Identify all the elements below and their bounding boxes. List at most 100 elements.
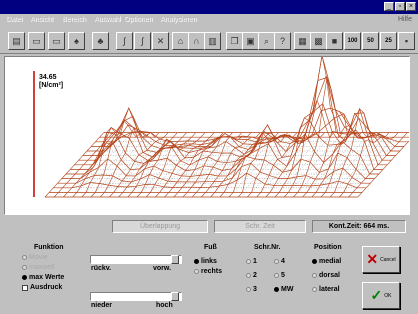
curve-icon[interactable]: ∩ — [188, 32, 205, 50]
display-mode-icon[interactable]: ▦ — [294, 32, 311, 50]
zoom-50-button[interactable]: 50 — [362, 32, 379, 50]
time-slider-left-label: rückv. — [91, 265, 112, 272]
grid-icon[interactable]: ▩ — [310, 32, 327, 50]
option-label: medial — [319, 258, 342, 265]
function-group: Funktion Movie maxwell max Werte Ausdruc… — [0, 236, 88, 314]
step-option-mw[interactable]: MW — [274, 286, 293, 293]
scale-unit: [N/cm²] — [39, 82, 64, 89]
threshold-slider[interactable] — [90, 292, 182, 301]
function-title: Funktion — [34, 244, 64, 251]
save-folder-icon[interactable]: ▭ — [48, 32, 65, 50]
menu-item-analysieren[interactable]: Analysieren — [160, 16, 197, 23]
menu-item-ansicht[interactable]: Ansicht — [30, 16, 53, 23]
radio-icon — [274, 259, 279, 264]
position-option-dorsal[interactable]: dorsal — [312, 272, 340, 279]
cancel-x-icon: ✕ — [366, 251, 379, 267]
checkmark-icon: ✓ — [370, 287, 383, 303]
radio-icon — [274, 273, 279, 278]
foot-option-links[interactable]: links — [194, 258, 217, 265]
cancel-button[interactable]: ✕ Cancel — [362, 246, 400, 273]
foot-compare-icon[interactable]: ✕ — [152, 32, 169, 50]
foot-option-rechts[interactable]: rechts — [194, 268, 222, 275]
print-checkbox[interactable]: Ausdruck — [22, 284, 62, 291]
radio-icon — [246, 259, 251, 264]
menu-item-bereich[interactable]: Bereich — [62, 16, 86, 23]
scale-max-label: 34.65 [N/cm²] — [39, 74, 63, 90]
step-option-1[interactable]: 1 — [246, 258, 257, 265]
step-option-2[interactable]: 2 — [246, 272, 257, 279]
copy-icon[interactable]: ❐ — [226, 32, 243, 50]
time-slider-right-label: vorw. — [153, 265, 172, 272]
status-row: Überlappung Schr. Zeit Kont.Zeit: 664 ms… — [0, 218, 418, 234]
time-slider[interactable] — [90, 255, 182, 264]
close-button[interactable]: × — [406, 2, 416, 11]
step-time-button[interactable]: Schr. Zeit — [214, 220, 306, 233]
slider-thumb[interactable] — [171, 292, 179, 301]
foot-pressure-icon[interactable]: ♣ — [92, 32, 109, 50]
radio-icon — [312, 287, 317, 292]
table-icon[interactable]: ▥ — [204, 32, 221, 50]
toolbar: ▤ ▭ ▭ ♠ ♣ ∫ ∫ ✕ ⌂ ∩ ▥ ❐ ▣ ⌕ ? ▦ ▩ ■ 100 … — [0, 28, 418, 54]
surface-line — [283, 57, 344, 198]
surface-line — [53, 132, 114, 198]
radio-icon — [312, 259, 317, 264]
step-option-4[interactable]: 4 — [274, 258, 285, 265]
foot-icon[interactable]: ♠ — [68, 32, 85, 50]
position-option-medial[interactable]: medial — [312, 258, 341, 265]
ok-label: OK — [384, 292, 392, 299]
pressure-surface — [33, 57, 409, 198]
menu-item-auswahl[interactable]: Auswahl — [94, 16, 120, 23]
print-icon[interactable]: ▤ — [8, 32, 25, 50]
filled-icon[interactable]: ■ — [326, 32, 343, 50]
zoom-100-button[interactable]: 100 — [344, 32, 361, 50]
threshold-slider-left-label: nieder — [91, 302, 113, 309]
function-option-movie[interactable]: Movie — [22, 254, 48, 261]
maximize-button[interactable]: ▫ — [395, 2, 405, 11]
function-option-max-werte[interactable]: max Werte — [22, 274, 64, 281]
step-option-3[interactable]: 3 — [246, 286, 257, 293]
surface-line — [329, 108, 390, 198]
title-bar: _ ▫ × — [0, 0, 418, 14]
radio-icon — [22, 275, 27, 280]
option-label: 5 — [281, 272, 285, 279]
open-folder-icon[interactable]: ▭ — [28, 32, 45, 50]
menu-item-hilfe[interactable]: Hilfe — [398, 16, 412, 23]
left-foot-icon[interactable]: ∫ — [116, 32, 133, 50]
settings-icon[interactable]: ▪ — [398, 32, 415, 50]
radio-icon — [246, 287, 251, 292]
minimize-button[interactable]: _ — [384, 2, 394, 11]
option-label: Ausdruck — [30, 284, 63, 291]
control-panel: Funktion Movie maxwell max Werte Ausdruc… — [0, 236, 418, 314]
slider-thumb[interactable] — [171, 255, 179, 264]
zoom-icon[interactable]: ⌕ — [258, 32, 275, 50]
threshold-slider-right-label: hoch — [156, 302, 173, 309]
option-label: lateral — [319, 286, 340, 293]
graph-icon[interactable]: ⌂ — [172, 32, 189, 50]
foot-title: Fuß — [204, 244, 217, 251]
surface-line — [237, 124, 298, 198]
help-icon[interactable]: ? — [274, 32, 291, 50]
function-option-maxwell[interactable]: maxwell — [22, 264, 54, 271]
step-title: Schr.Nr. — [254, 244, 281, 251]
overlap-button[interactable]: Überlappung — [112, 220, 208, 233]
radio-icon — [312, 273, 317, 278]
option-label: 1 — [253, 258, 257, 265]
ok-button[interactable]: ✓ OK — [362, 282, 400, 309]
pressure-plot: 34.65 [N/cm²] — [4, 56, 410, 215]
option-label: maxwell — [29, 264, 55, 271]
foot-group: Fuß links rechts — [186, 236, 238, 296]
window-icon[interactable]: ▣ — [242, 32, 259, 50]
step-group: Schr.Nr. 1 4 2 5 3 MW — [240, 236, 304, 314]
checkbox-icon — [22, 284, 28, 291]
zoom-25-button[interactable]: 25 — [380, 32, 397, 50]
radio-icon — [274, 287, 279, 292]
position-group: Position medial dorsal lateral — [306, 236, 358, 314]
menu-item-datei[interactable]: Datei — [6, 16, 22, 23]
position-title: Position — [314, 244, 342, 251]
contact-time-display: Kont.Zeit: 664 ms. — [312, 220, 406, 233]
position-option-lateral[interactable]: lateral — [312, 286, 340, 293]
option-label: 3 — [253, 286, 257, 293]
right-foot-icon[interactable]: ∫ — [134, 32, 151, 50]
step-option-5[interactable]: 5 — [274, 272, 285, 279]
menu-item-optionen[interactable]: Optionen — [124, 16, 152, 23]
